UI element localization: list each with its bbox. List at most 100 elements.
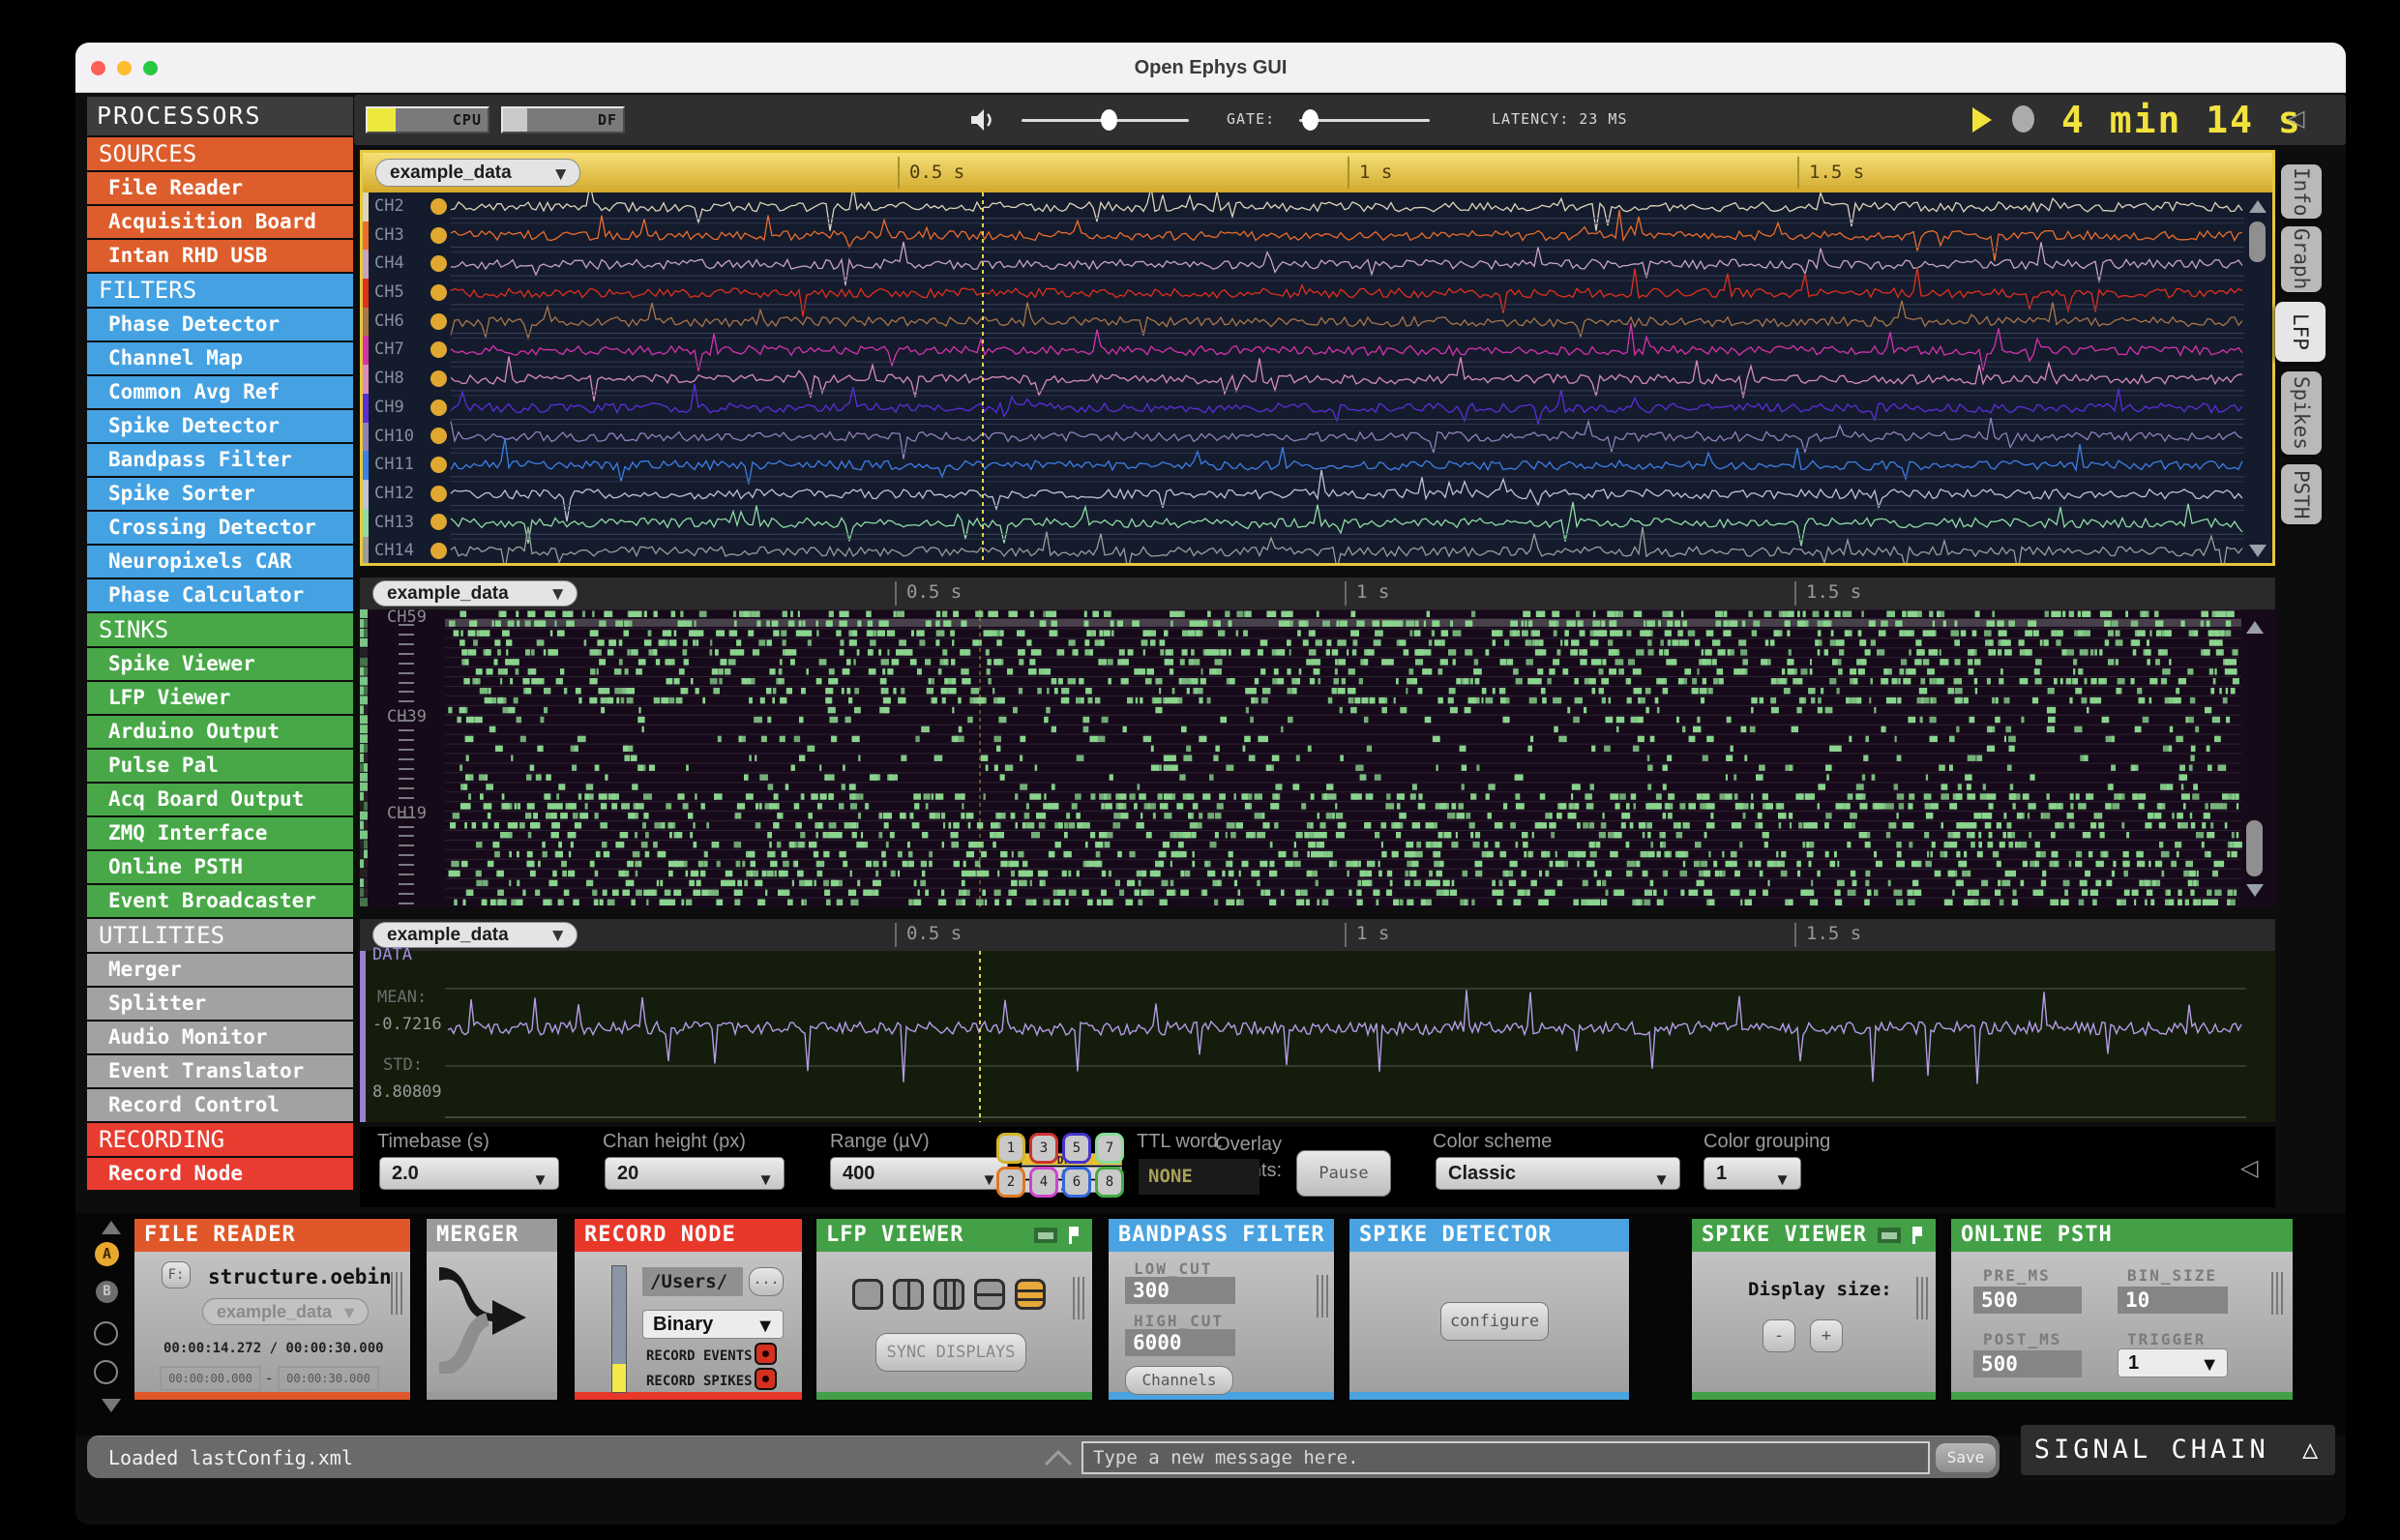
play-button[interactable] (1972, 107, 1992, 133)
signal-chain-toggle[interactable]: SIGNAL CHAIN △ (2021, 1425, 2335, 1475)
audio-monitor-toggle[interactable] (430, 197, 447, 215)
processor-item-pulse-pal[interactable]: Pulse Pal (87, 750, 353, 782)
audio-monitor-toggle[interactable] (430, 457, 447, 474)
collapse-options-icon[interactable]: ◁ (2240, 1154, 2258, 1182)
drag-handle[interactable] (1916, 1277, 1928, 1319)
record-spikes-toggle[interactable] (755, 1368, 777, 1390)
processor-item-intan-rhd-usb[interactable]: Intan RHD USB (87, 240, 353, 272)
overlay-event-button-1[interactable]: 1 (996, 1133, 1025, 1164)
processor-item-file-reader[interactable]: File Reader (87, 172, 353, 204)
overlay-event-button-8[interactable]: 8 (1095, 1167, 1124, 1198)
processor-item-record-node[interactable]: Record Node (87, 1158, 353, 1190)
processor-item-common-avg-ref[interactable]: Common Avg Ref (87, 376, 353, 408)
processor-item-record-control[interactable]: Record Control (87, 1089, 353, 1121)
open-window-icon[interactable] (1034, 1228, 1057, 1243)
message-input[interactable]: Type a new message here. (1081, 1441, 1930, 1474)
processor-item-spike-detector[interactable]: Spike Detector (87, 410, 353, 442)
editor-spike-detector[interactable]: SPIKE DETECTOR configure (1348, 1218, 1630, 1401)
high-cut-field[interactable]: 6000 (1125, 1329, 1235, 1356)
overlay-event-button-2[interactable]: 2 (996, 1167, 1025, 1198)
end-time-field[interactable]: 00:00:30.000 (278, 1366, 379, 1391)
volume-slider-knob[interactable] (1100, 109, 1117, 131)
record-path-field[interactable]: /Users/ (642, 1267, 743, 1296)
processor-item-phase-calculator[interactable]: Phase Calculator (87, 579, 353, 611)
layout-button-h3[interactable] (1015, 1279, 1046, 1310)
editor-merger[interactable]: MERGER (426, 1218, 558, 1401)
chain-slot-a[interactable]: A (95, 1242, 119, 1266)
processor-item-merger[interactable]: Merger (87, 954, 353, 986)
processor-item-bandpass-filter[interactable]: Bandpass Filter (87, 444, 353, 476)
display-size-plus-button[interactable]: + (1810, 1319, 1843, 1352)
open-window-icon[interactable] (1878, 1228, 1901, 1243)
file-stream-dropdown[interactable]: example_data ▼ (202, 1298, 369, 1325)
viewport-tab-info[interactable]: Info (2281, 164, 2322, 219)
range-dropdown[interactable]: 400 ▼ (830, 1157, 1008, 1190)
record-button[interactable] (2012, 105, 2034, 133)
editor-bandpass-filter[interactable]: BANDPASS FILTER LOW_CUT 300 HIGH_CUT 6000 Cha… (1108, 1218, 1335, 1401)
audio-monitor-toggle[interactable] (430, 543, 447, 560)
scrollbar-thumb[interactable] (2249, 222, 2266, 262)
scroll-down-icon[interactable] (2246, 884, 2264, 897)
editor-online-psth[interactable]: ONLINE PSTH PRE_MS 500 BIN_SIZE 10 POST_MS 500… (1950, 1218, 2294, 1401)
trigger-dropdown[interactable]: 1 ▼ (2118, 1348, 2228, 1377)
editor-lfp-viewer[interactable]: LFP VIEWER SYNC DISPLAYS (815, 1218, 1093, 1401)
chain-scroll-down-icon[interactable] (102, 1399, 121, 1412)
processor-item-zmq-interface[interactable]: ZMQ Interface (87, 817, 353, 849)
viewport-tab-spikes[interactable]: Spikes (2281, 371, 2322, 455)
overlay-event-button-7[interactable]: 7 (1095, 1133, 1124, 1164)
overlay-event-button-4[interactable]: 4 (1029, 1167, 1058, 1198)
processor-item-online-psth[interactable]: Online PSTH (87, 851, 353, 883)
editor-spike-viewer[interactable]: SPIKE VIEWER Display size: - + (1691, 1218, 1937, 1401)
scroll-down-icon[interactable] (2249, 545, 2267, 557)
collapse-topbar-icon[interactable]: ◁ (2287, 104, 2304, 133)
overlay-event-button-3[interactable]: 3 (1029, 1133, 1058, 1164)
scrollbar-thumb[interactable] (2246, 820, 2263, 876)
scroll-up-icon[interactable] (2246, 621, 2264, 634)
overlay-event-button-5[interactable]: 5 (1062, 1133, 1091, 1164)
processor-item-event-broadcaster[interactable]: Event Broadcaster (87, 885, 353, 917)
timebase-dropdown[interactable]: 2.0 ▼ (379, 1157, 559, 1190)
drag-handle[interactable] (391, 1272, 402, 1315)
layout-button-h2[interactable] (974, 1279, 1005, 1310)
processor-item-audio-monitor[interactable]: Audio Monitor (87, 1022, 353, 1053)
processor-item-spike-sorter[interactable]: Spike Sorter (87, 478, 353, 510)
file-select-button[interactable]: F: (162, 1261, 191, 1288)
viewport-tab-lfp[interactable]: LFP (2275, 302, 2326, 362)
stream-selector-dropdown[interactable]: example_data ▼ (372, 580, 578, 607)
processor-item-neuropixels-car[interactable]: Neuropixels CAR (87, 546, 353, 578)
processor-item-crossing-detector[interactable]: Crossing Detector (87, 512, 353, 544)
processor-item-channel-map[interactable]: Channel Map (87, 342, 353, 374)
scroll-up-icon[interactable] (2249, 200, 2267, 213)
record-format-dropdown[interactable]: Binary ▼ (642, 1310, 784, 1339)
editor-file-reader[interactable]: FILE READER F: structure.oebin example_data… (133, 1218, 411, 1401)
expand-console-icon[interactable] (1043, 1448, 1074, 1467)
layout-button-v3[interactable] (933, 1279, 964, 1310)
stream-selector-dropdown[interactable]: example_data ▼ (375, 159, 580, 187)
pre-ms-field[interactable]: 500 (1973, 1287, 2082, 1314)
viewport-tab-psth[interactable]: PSTH (2281, 464, 2322, 524)
layout-button-none[interactable] (852, 1279, 883, 1310)
processor-item-lfp-viewer[interactable]: LFP Viewer (87, 682, 353, 714)
start-time-field[interactable]: 00:00:00.000 (160, 1366, 261, 1391)
drag-handle[interactable] (1073, 1277, 1084, 1319)
sync-displays-button[interactable]: SYNC DISPLAYS (875, 1333, 1026, 1372)
configure-button[interactable]: configure (1440, 1302, 1549, 1341)
processor-item-arduino-output[interactable]: Arduino Output (87, 716, 353, 748)
processor-item-phase-detector[interactable]: Phase Detector (87, 309, 353, 341)
audio-monitor-toggle[interactable] (430, 485, 447, 502)
color-grouping-dropdown[interactable]: 1 ▼ (1704, 1157, 1801, 1190)
drag-handle[interactable] (1317, 1275, 1328, 1318)
stream-selector-dropdown[interactable]: example_data ▼ (372, 922, 578, 948)
chain-slot-empty-2[interactable] (94, 1360, 118, 1384)
processor-item-spike-viewer[interactable]: Spike Viewer (87, 648, 353, 680)
layout-button-v2[interactable] (893, 1279, 924, 1310)
record-events-toggle[interactable] (755, 1343, 777, 1365)
bin-size-field[interactable]: 10 (2118, 1287, 2228, 1314)
display-size-minus-button[interactable]: - (1763, 1319, 1795, 1352)
post-ms-field[interactable]: 500 (1973, 1350, 2082, 1377)
audio-monitor-toggle[interactable] (430, 226, 447, 244)
browse-button[interactable]: ... (749, 1267, 784, 1296)
save-button[interactable]: Save (1936, 1443, 1996, 1472)
audio-monitor-toggle[interactable] (430, 370, 447, 387)
channels-button[interactable]: Channels (1125, 1366, 1233, 1395)
